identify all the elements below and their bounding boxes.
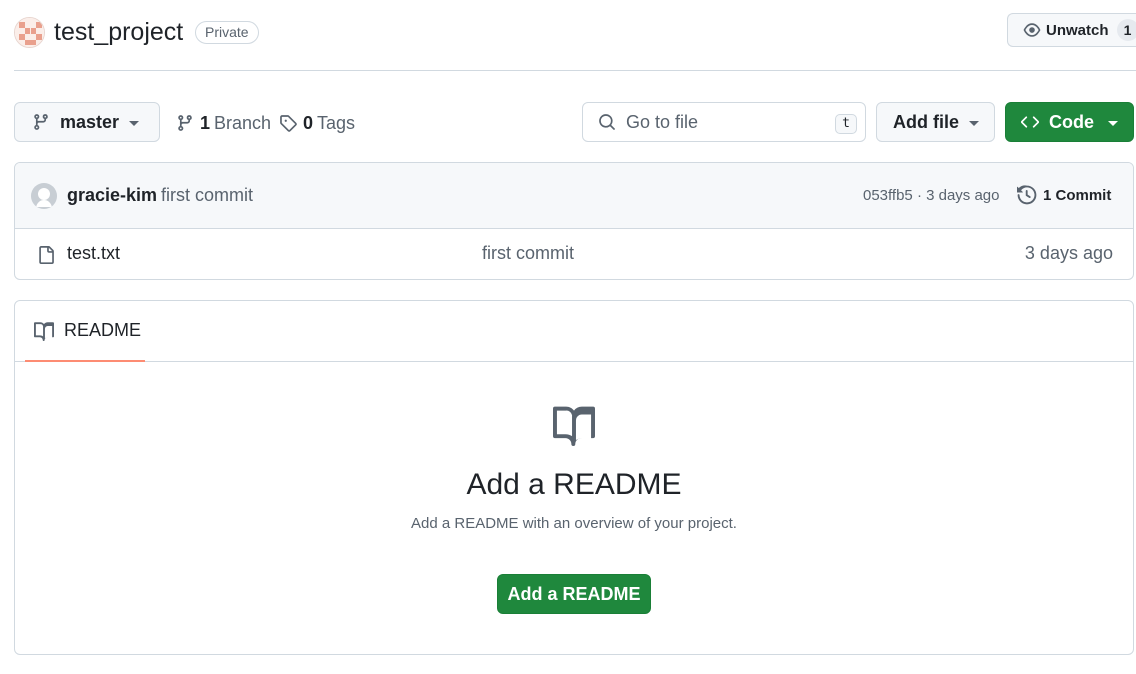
- add-file-button[interactable]: Add file: [876, 102, 995, 142]
- tags-link[interactable]: 0 Tags: [279, 112, 355, 134]
- search-icon: [599, 114, 615, 130]
- add-readme-button[interactable]: Add a README: [497, 574, 651, 614]
- repo-owner-avatar[interactable]: [14, 17, 45, 48]
- chevron-down-icon: [969, 121, 979, 126]
- readme-tab-bar: README: [15, 301, 1133, 362]
- git-branch-icon: [178, 115, 192, 131]
- file-row[interactable]: test.txt first commit 3 days ago: [15, 229, 1133, 279]
- file-last-modified: 3 days ago: [1024, 243, 1113, 263]
- file-table: gracie-kim first commit 053ffb5 · 3 days…: [14, 162, 1134, 280]
- add-file-label: Add file: [893, 111, 959, 132]
- visibility-badge: Private: [195, 21, 259, 44]
- branch-name: master: [60, 111, 120, 132]
- repo-header: test_project Private Unwatch 1: [14, 0, 1136, 71]
- chevron-down-icon: [1108, 121, 1118, 126]
- identicon-avatar-icon: [15, 18, 44, 47]
- commit-author-link[interactable]: gracie-kim: [67, 185, 157, 206]
- code-icon: [1021, 116, 1039, 128]
- file-icon: [39, 246, 54, 264]
- chevron-down-icon: [129, 121, 139, 126]
- readme-empty-title: Add a README: [466, 468, 682, 501]
- history-icon: [1017, 185, 1037, 205]
- branches-label: Branch: [214, 112, 272, 133]
- commit-count-label: 1 Commit: [1043, 186, 1112, 204]
- readme-panel: README Add a README Add a README with an…: [14, 300, 1134, 655]
- file-commit-message-link[interactable]: first commit: [482, 243, 574, 264]
- unwatch-label: Unwatch: [1046, 21, 1109, 39]
- tab-readme[interactable]: README: [25, 301, 145, 362]
- github-avatar-icon[interactable]: [31, 183, 57, 209]
- eye-icon: [1023, 23, 1041, 37]
- branches-count: 1: [200, 112, 211, 133]
- tags-label: Tags: [317, 112, 356, 133]
- book-icon: [34, 321, 54, 341]
- unwatch-button[interactable]: Unwatch 1: [1007, 13, 1136, 47]
- keyboard-shortcut-hint: t: [835, 114, 857, 134]
- branches-link[interactable]: 1 Branch: [176, 112, 271, 134]
- code-label: Code: [1049, 111, 1094, 132]
- commit-message-link[interactable]: first commit: [161, 185, 253, 206]
- readme-empty-state: Add a README Add a README with an overvi…: [15, 362, 1133, 654]
- octocat-silhouette-icon: [31, 183, 57, 209]
- tags-count: 0: [303, 112, 314, 133]
- watch-count: 1: [1116, 19, 1136, 41]
- commit-hash-and-time[interactable]: 053ffb5 · 3 days ago: [863, 187, 1000, 204]
- go-to-file-input[interactable]: Go to file t: [582, 102, 866, 142]
- book-icon: [553, 406, 595, 446]
- file-name-link[interactable]: test.txt: [67, 243, 120, 264]
- branch-selector-button[interactable]: master: [14, 102, 160, 142]
- search-placeholder: Go to file: [626, 111, 699, 132]
- readme-tab-label: README: [64, 320, 142, 340]
- tag-icon: [280, 115, 297, 132]
- repo-name-link[interactable]: test_project: [54, 17, 183, 48]
- git-branch-icon: [34, 114, 48, 130]
- code-button[interactable]: Code: [1005, 102, 1134, 142]
- commit-history-link[interactable]: 1 Commit: [1017, 185, 1111, 205]
- readme-empty-subtitle: Add a README with an overview of your pr…: [411, 515, 737, 532]
- latest-commit-bar: gracie-kim first commit 053ffb5 · 3 days…: [15, 163, 1133, 229]
